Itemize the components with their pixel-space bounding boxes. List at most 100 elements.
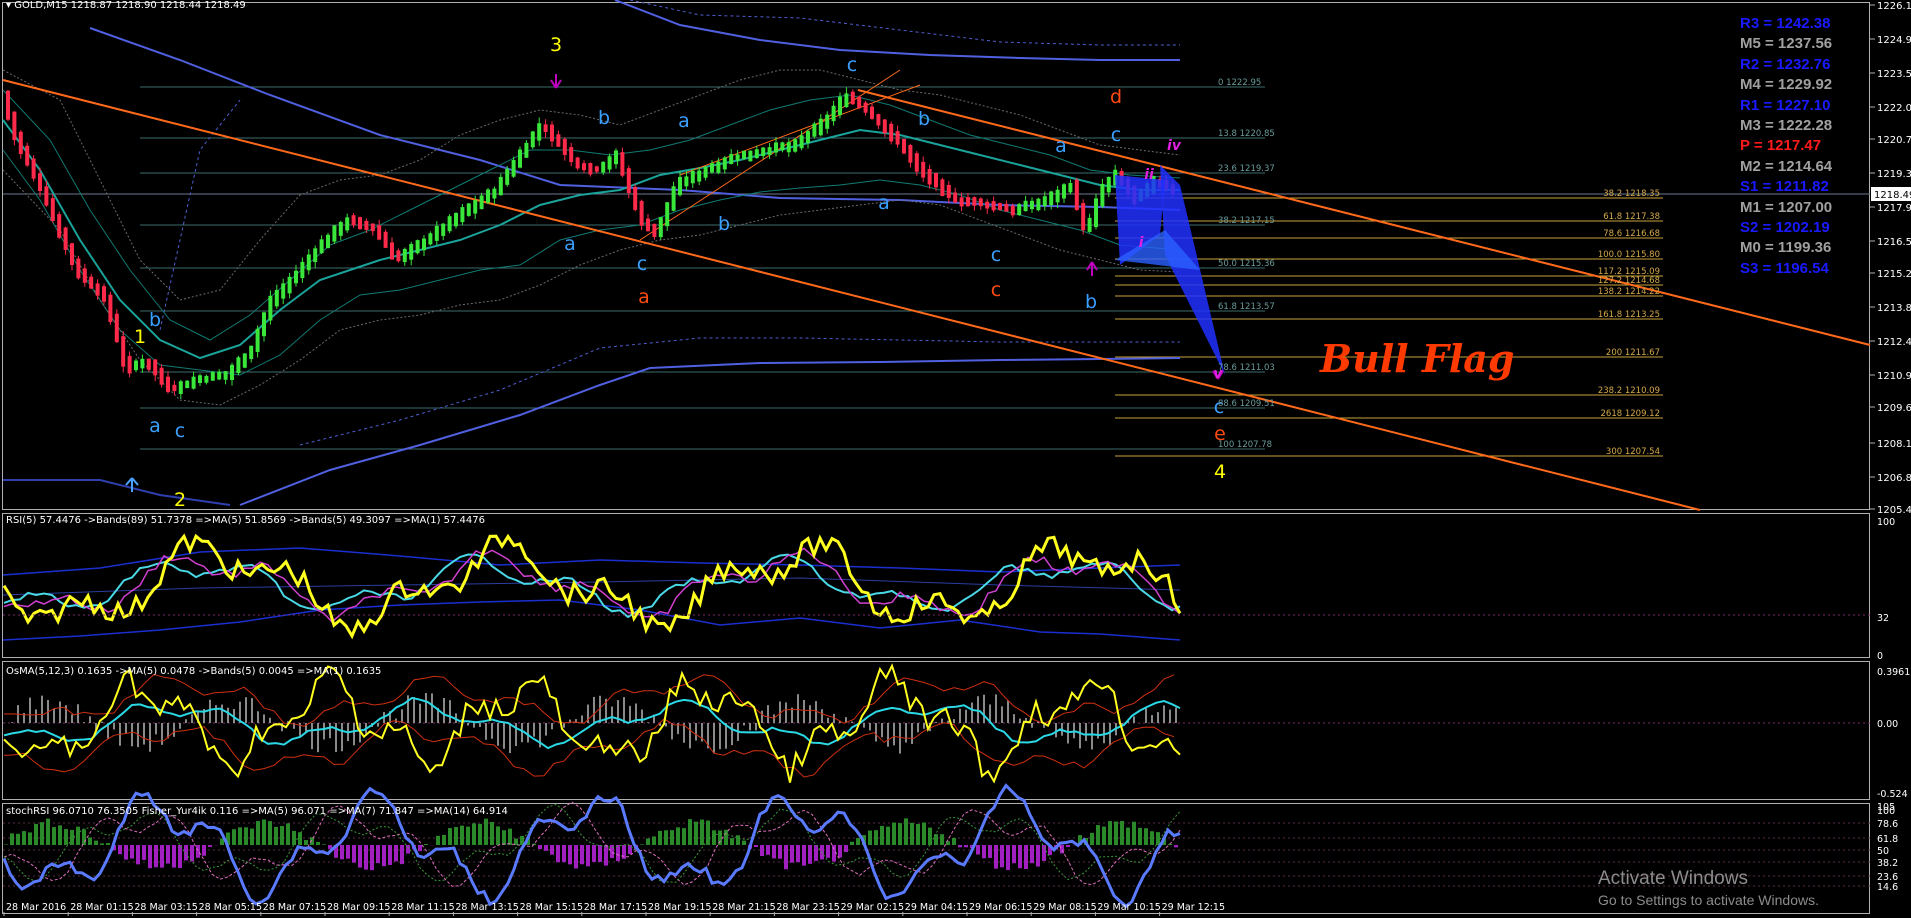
- candle-body: [326, 234, 330, 249]
- candle-body: [991, 201, 996, 211]
- wave-label: c: [847, 54, 857, 76]
- candle-body: [1062, 184, 1066, 199]
- fib-label-right: 161.8 1213.25: [1598, 310, 1660, 320]
- candle-body: [588, 162, 593, 175]
- wave-label: 3: [550, 34, 562, 56]
- candle-body: [441, 223, 446, 236]
- candle-body: [665, 202, 670, 227]
- wave-label-roman: i: [1139, 235, 1144, 251]
- candle-body: [1030, 200, 1034, 210]
- candle-body: [338, 222, 343, 236]
- candle-body: [249, 345, 254, 360]
- candle-body: [742, 150, 746, 160]
- candle-body: [953, 192, 958, 203]
- candle-body: [850, 91, 855, 105]
- pivot-level: M2 = 1214.64: [1740, 157, 1833, 175]
- osma-pane: [3, 663, 1870, 784]
- osma-axis-label: 0.3961: [1877, 667, 1910, 678]
- candle-body: [1023, 200, 1028, 212]
- candle-body: [159, 367, 164, 385]
- stoch-axis-label: 50: [1877, 846, 1889, 857]
- candle-body: [345, 217, 350, 231]
- candle-body: [690, 170, 695, 184]
- pivot-levels-panel: R3 = 1242.38 M5 = 1237.56 R2 = 1232.76 M4 =…: [1740, 14, 1880, 279]
- candle-body: [1004, 203, 1009, 212]
- candle-body: [287, 276, 292, 294]
- candle-body: [313, 248, 318, 262]
- fib-label-left: 50.0 1215.36: [1218, 259, 1275, 269]
- candle-body: [300, 261, 305, 279]
- candle-body: [1094, 198, 1098, 228]
- wave-label: 2: [174, 489, 186, 511]
- candle-body: [614, 150, 618, 165]
- candle-body: [767, 147, 772, 155]
- candle-body: [454, 212, 458, 227]
- candle-body: [914, 153, 919, 172]
- candle-body: [466, 203, 471, 216]
- candle-body: [102, 286, 106, 302]
- activate-windows-watermark: Activate Windows Go to Settings to activ…: [1598, 868, 1819, 908]
- candle-body: [620, 152, 625, 176]
- wave-label: b: [918, 108, 930, 130]
- candle-body: [966, 197, 970, 207]
- candle-body: [377, 225, 382, 240]
- candle-body: [972, 197, 977, 206]
- candle-body: [748, 150, 753, 162]
- candle-body: [1055, 189, 1060, 203]
- candle-body: [735, 154, 740, 161]
- candle-body: [114, 313, 119, 343]
- candle-body: [870, 106, 874, 119]
- candle-body: [1017, 204, 1022, 216]
- candle-body: [351, 215, 356, 226]
- candle-body: [1036, 198, 1041, 211]
- fib-label-left: 23.6 1219.37: [1218, 164, 1275, 174]
- candle-body: [479, 195, 484, 210]
- candle-body: [537, 123, 542, 141]
- candle-body: [562, 138, 567, 155]
- candle-body: [863, 102, 868, 113]
- wave-label: b: [718, 213, 730, 235]
- candle-body: [780, 142, 785, 151]
- time-tick-label: 28 Mar 05:15: [199, 902, 262, 913]
- candle-body: [831, 105, 836, 122]
- candle-body: [460, 207, 465, 223]
- candle-body: [639, 200, 644, 226]
- wave-label: c: [637, 253, 647, 275]
- pivot-level: M3 = 1222.28: [1740, 117, 1833, 135]
- price-tick-label: 1205.40: [1877, 505, 1911, 516]
- candle-body: [601, 161, 606, 173]
- candle-body: [946, 184, 951, 199]
- time-tick-label: 28 Mar 03:15: [134, 902, 197, 913]
- wave-label: a: [564, 233, 576, 255]
- rsi-pane: [2, 533, 1870, 641]
- wave-label-roman: ii: [1144, 167, 1154, 183]
- candle-body: [543, 124, 548, 133]
- wave-label: c: [991, 244, 1001, 266]
- wave-label: b: [149, 309, 161, 331]
- teal-moving-averages: [2, 69, 1181, 406]
- rsi-axis-label: 0: [1877, 651, 1883, 662]
- candle-body: [710, 163, 714, 173]
- candle-body: [268, 295, 273, 321]
- candle-body: [121, 336, 126, 367]
- fib-label-right: 200 1211.67: [1606, 348, 1660, 358]
- fib-label-right: 138.2 1214.22: [1598, 287, 1660, 297]
- stoch-axis-label: 38.2: [1877, 858, 1898, 869]
- candle-body: [63, 227, 68, 250]
- fib-label-right: 2618 1209.12: [1601, 409, 1660, 419]
- wave-label: c: [1111, 124, 1121, 146]
- candle-body: [108, 294, 113, 323]
- candle-body: [927, 169, 932, 185]
- candle-body: [940, 179, 945, 197]
- candle-body: [281, 283, 286, 299]
- candle-body: [729, 154, 734, 164]
- candle-body: [255, 328, 260, 353]
- candle-body: [95, 283, 100, 296]
- pivot-level: S1 = 1211.82: [1740, 178, 1829, 196]
- chart-canvas[interactable]: 1234abcabcabcabcdea bca cc iiiivv Bull Fla…: [0, 0, 1911, 918]
- candle-body: [985, 201, 990, 209]
- candle-body: [18, 131, 23, 155]
- fib-label-left: 78.6 1211.03: [1218, 363, 1275, 373]
- wave-label-roman: iv: [1167, 138, 1182, 154]
- fib-label-right: 238.2 1210.09: [1598, 386, 1660, 396]
